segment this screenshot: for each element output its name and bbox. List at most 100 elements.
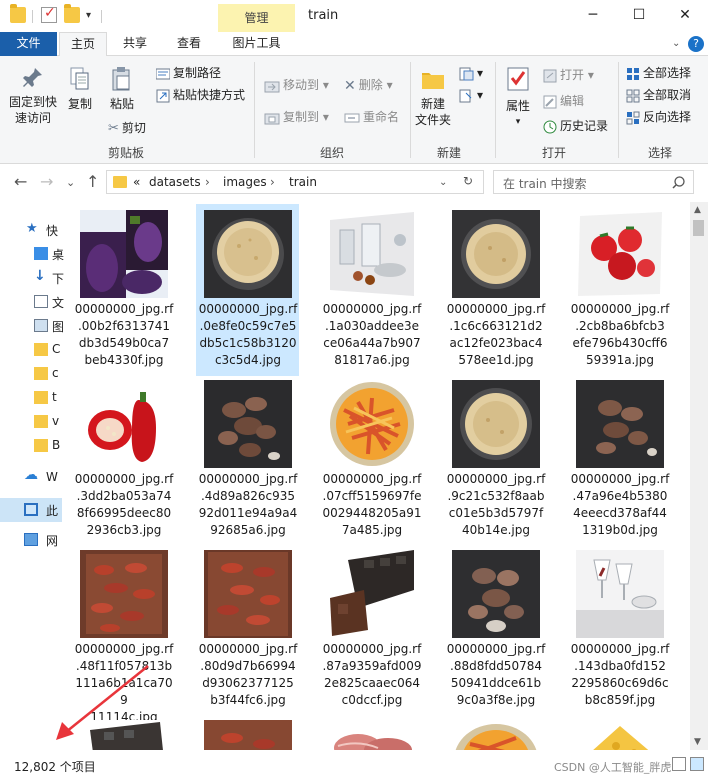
mushroom-thumbnail xyxy=(576,380,664,468)
star-icon: ★ xyxy=(26,221,38,236)
scroll-down-arrow-icon[interactable]: ▼ xyxy=(694,737,701,747)
select-none-button[interactable]: 全部取消 xyxy=(626,86,691,104)
large-icons-view-button[interactable] xyxy=(690,757,704,771)
file-tile[interactable]: 00000000_jpg.rf .47a96e4b5380 4eeecd378af4… xyxy=(568,374,671,544)
file-tile[interactable]: 00000000_jpg.rf .1a030addee3e ce06a44a7b90… xyxy=(320,204,423,372)
cheese-thumbnail xyxy=(576,720,664,750)
back-arrow-icon[interactable]: ← xyxy=(14,172,27,191)
forward-arrow-icon[interactable]: → xyxy=(40,172,53,191)
invert-selection-button[interactable]: 反向选择 xyxy=(626,108,691,126)
nav-item-folder[interactable]: c xyxy=(0,362,62,386)
file-list: 00000000_jpg.rf .00b2f6313741 db3d549b0ca7… xyxy=(62,202,690,750)
file-tile[interactable]: 00000000_jpg.rf .143dba0fd152 2295860c69d6… xyxy=(568,544,671,714)
pin-quick-access-button[interactable]: 固定到快 速访问 xyxy=(6,66,60,126)
scroll-up-arrow-icon[interactable]: ▲ xyxy=(694,205,701,215)
file-tile[interactable]: 00000000_jpg.rf .48f11f057813b 111a6b1a1ca… xyxy=(72,544,175,724)
collapse-ribbon-chevron-icon[interactable]: ⌄ xyxy=(672,38,680,49)
file-tile[interactable]: 00000000_jpg.rf .9c21c532f8aab c01e5b3d579… xyxy=(444,374,547,544)
paste-shortcut-button[interactable]: 粘贴快捷方式 xyxy=(156,86,245,104)
properties-label: 属性 xyxy=(505,99,530,113)
breadcrumb-train[interactable]: train xyxy=(289,175,317,189)
new-folder-button[interactable]: 新建 文件夹 xyxy=(412,66,454,128)
open-button[interactable]: 打开 ▾ xyxy=(543,66,594,84)
delete-button[interactable]: ✕ 删除 ▾ xyxy=(344,76,393,94)
breadcrumb-overflow[interactable]: « xyxy=(133,175,140,189)
nav-item-quick-access[interactable]: ★ 快 xyxy=(0,218,62,242)
clipboard-group-label: 剪贴板 xyxy=(108,146,145,160)
tab-home[interactable]: 主页 xyxy=(59,32,107,57)
file-tile[interactable] xyxy=(320,714,423,750)
breadcrumb-images[interactable]: images xyxy=(223,175,267,189)
flatbread-thumbnail xyxy=(452,210,540,298)
select-all-button[interactable]: 全部选择 xyxy=(626,64,691,82)
file-tile[interactable]: 00000000_jpg.rf .4d89a826c935 92d011e94a9a… xyxy=(196,374,299,544)
breadcrumb-chevron-icon[interactable]: › xyxy=(270,175,275,189)
minimize-button[interactable]: ─ xyxy=(570,0,616,32)
nav-item-folder[interactable]: v xyxy=(0,410,62,434)
paste-button[interactable]: 粘贴 xyxy=(104,66,140,112)
close-button[interactable]: ✕ xyxy=(662,0,708,32)
file-tile[interactable]: 00000000_jpg.rf .88d8fdd50784 50941ddce61b… xyxy=(444,544,547,714)
file-tile[interactable]: 00000000_jpg.rf .1c6c663121d2 ac12fe023bac… xyxy=(444,204,547,372)
scrollbar-thumb[interactable] xyxy=(693,220,704,236)
new-item-button[interactable]: ▾ xyxy=(458,64,483,82)
tab-file[interactable]: 文件 xyxy=(0,32,57,56)
nav-item-pictures[interactable]: 图 xyxy=(0,314,64,338)
easy-access-button[interactable]: ▾ xyxy=(458,86,483,104)
file-tile[interactable]: 00000000_jpg.rf .00b2f6313741 db3d549b0ca7… xyxy=(72,204,175,372)
address-dropdown-chevron-icon[interactable]: ⌄ xyxy=(439,177,447,188)
file-tile[interactable] xyxy=(196,714,299,750)
recent-locations-chevron-icon[interactable]: ⌄ xyxy=(66,176,75,189)
properties-quick-icon[interactable]: ✓ xyxy=(41,5,57,23)
nav-item-folder[interactable]: t xyxy=(0,386,62,410)
file-tile[interactable] xyxy=(72,714,175,750)
copy-to-button[interactable]: 复制到 ▾ xyxy=(264,108,329,126)
nav-item-onedrive[interactable]: ☁ W xyxy=(0,466,62,490)
details-view-button[interactable] xyxy=(672,757,686,771)
group-separator xyxy=(495,62,496,158)
file-tile[interactable]: 00000000_jpg.rf .2cb8ba6bfcb3 efe796b430cf… xyxy=(568,204,671,372)
nav-item-folder[interactable]: C xyxy=(0,338,62,362)
file-tile[interactable]: 00000000_jpg.rf .87a9359afd009 2e825caaec0… xyxy=(320,544,423,714)
nav-item-folder[interactable]: B xyxy=(0,434,62,458)
file-tile[interactable]: 00000000_jpg.rf .80d9d7b66994 d93062377125… xyxy=(196,544,299,714)
file-name: 00000000_jpg.rf .47a96e4b5380 4eeecd378af4… xyxy=(570,472,670,537)
new-folder-quick-icon[interactable] xyxy=(64,4,80,23)
file-tile[interactable] xyxy=(568,714,671,750)
copy-button[interactable]: 复制 xyxy=(62,66,98,112)
copy-icon xyxy=(70,67,89,90)
tab-view[interactable]: 查看 xyxy=(165,32,213,56)
cut-button[interactable]: ✂ 剪切 xyxy=(108,119,146,137)
breadcrumb-datasets[interactable]: datasets xyxy=(149,175,201,189)
help-icon[interactable]: ? xyxy=(688,36,704,52)
copy-path-button[interactable]: 复制路径 xyxy=(156,64,221,82)
network-icon xyxy=(24,533,38,546)
nav-label: 网 xyxy=(46,534,59,548)
refresh-icon[interactable]: ↻ xyxy=(463,174,473,188)
file-tile[interactable]: 00000000_jpg.rf .07cff5159697fe 0029448205… xyxy=(320,374,423,544)
rename-button[interactable]: 重命名 xyxy=(344,108,399,126)
nav-item-desktop[interactable]: 桌 xyxy=(0,242,64,266)
tab-share[interactable]: 共享 xyxy=(111,32,159,56)
breadcrumb-chevron-icon[interactable]: › xyxy=(205,175,210,189)
vertical-scrollbar[interactable]: ▲ ▼ xyxy=(690,202,708,750)
nav-item-this-pc[interactable]: 此 xyxy=(0,498,62,522)
edit-button[interactable]: 编辑 xyxy=(543,92,584,110)
address-field[interactable]: « datasets › images › train ⌄ ↻ xyxy=(106,170,484,194)
tab-picture-tools[interactable]: 图片工具 xyxy=(219,32,294,56)
nav-item-network[interactable]: 网 xyxy=(0,528,62,552)
move-to-button[interactable]: 移动到 ▾ xyxy=(264,76,329,94)
nav-item-downloads[interactable]: ↓ 下 xyxy=(0,266,64,290)
maximize-button[interactable]: ☐ xyxy=(616,0,662,32)
search-field[interactable]: 在 train 中搜索 xyxy=(493,170,694,194)
nav-item-documents[interactable]: 文 xyxy=(0,290,64,314)
properties-button[interactable]: 属性 ▾ xyxy=(499,66,537,130)
file-tile-selected[interactable]: 00000000_jpg.rf .0e8fe0c59c7e5 db5c1c58b31… xyxy=(196,204,299,376)
history-button[interactable]: 历史记录 xyxy=(543,117,608,135)
manage-tab[interactable]: 管理 xyxy=(218,4,295,32)
file-tile[interactable]: 00000000_jpg.rf .3dd2ba053a74 8f66995deec8… xyxy=(72,374,175,544)
up-arrow-icon[interactable]: ↑ xyxy=(86,172,99,191)
file-name: 00000000_jpg.rf .80d9d7b66994 d93062377125… xyxy=(198,642,298,707)
file-tile[interactable] xyxy=(444,714,547,750)
customize-toolbar-chevron-icon[interactable]: ▾ xyxy=(86,10,91,21)
